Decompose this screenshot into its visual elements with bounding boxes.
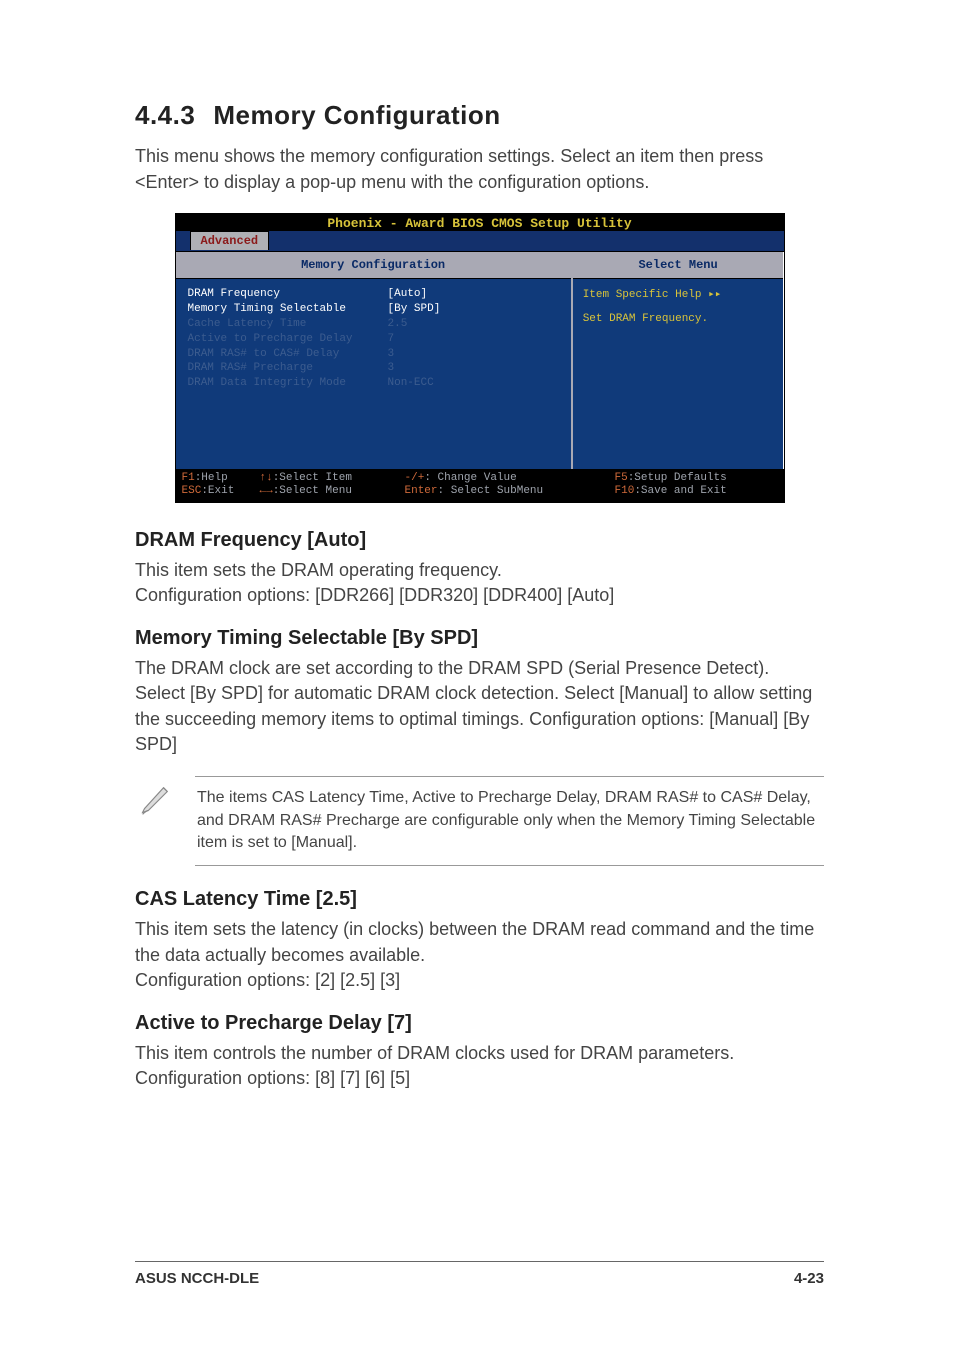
bios-footer-key: F5 <box>615 472 628 484</box>
footer-right: 4-23 <box>794 1270 824 1287</box>
bios-footer-label: : Select SubMenu <box>438 485 544 497</box>
active-precharge-heading: Active to Precharge Delay [7] <box>135 1012 824 1035</box>
bios-row-value: 3 <box>388 347 395 362</box>
bios-footer-key: ←→ <box>260 485 273 497</box>
bios-footer-key: Enter <box>405 485 438 497</box>
bios-body: Memory Configuration DRAM Frequency[Auto… <box>175 251 785 470</box>
bios-footer-label: : Change Value <box>424 472 516 484</box>
bios-row-value: 2.5 <box>388 317 408 332</box>
page-footer: ASUS NCCH-DLE 4-23 <box>135 1261 824 1287</box>
bios-row-label: Cache Latency Time <box>188 317 388 332</box>
bios-row: Memory Timing Selectable[By SPD] <box>188 302 561 317</box>
text-line: This item sets the latency (in clocks) b… <box>135 919 814 965</box>
body-text: This item sets the latency (in clocks) b… <box>135 917 824 994</box>
bios-row-value: 7 <box>388 332 395 347</box>
bios-row-value: [Auto] <box>388 287 428 302</box>
bios-footer-key: F10 <box>615 485 635 497</box>
bios-row: Active to Precharge Delay7 <box>188 332 561 347</box>
bios-left-header: Memory Configuration <box>176 252 571 279</box>
bios-row-value: [By SPD] <box>388 302 441 317</box>
bios-footer-row: ESC:Exit ←→:Select Menu Enter: Select Su… <box>182 485 778 498</box>
bios-row-label: DRAM Data Integrity Mode <box>188 376 388 391</box>
bios-row: DRAM RAS# Precharge3 <box>188 361 561 376</box>
bios-row: DRAM Data Integrity ModeNon-ECC <box>188 376 561 391</box>
cas-latency-heading: CAS Latency Time [2.5] <box>135 888 824 911</box>
bios-help-title: Item Specific Help ▸▸ <box>583 287 774 301</box>
bios-footer-key: ESC <box>182 485 202 497</box>
section-number: 4.4.3 <box>135 100 195 130</box>
bios-footer-label: :Select Item <box>273 472 352 484</box>
text-line: Configuration options: [DDR266] [DDR320]… <box>135 585 614 605</box>
body-text: This item sets the DRAM operating freque… <box>135 558 824 609</box>
body-text: This item controls the number of DRAM cl… <box>135 1041 824 1092</box>
bios-help-body: Set DRAM Frequency. <box>583 313 774 325</box>
bios-footer-label: :Exit <box>201 485 234 497</box>
intro-paragraph: This menu shows the memory configuration… <box>135 143 824 195</box>
bios-row-label: DRAM RAS# Precharge <box>188 361 388 376</box>
bios-footer-key: F1 <box>182 472 195 484</box>
bios-row: DRAM Frequency[Auto] <box>188 287 561 302</box>
bios-footer: F1:Help ↑↓:Select Item -/+: Change Value… <box>175 470 785 502</box>
text-line: This item sets the DRAM operating freque… <box>135 560 502 580</box>
bios-help-content: Item Specific Help ▸▸ Set DRAM Frequency… <box>573 279 784 469</box>
bios-row-label: Memory Timing Selectable <box>188 302 388 317</box>
bios-footer-label: :Save and Exit <box>634 485 726 497</box>
bios-screenshot: Phoenix - Award BIOS CMOS Setup Utility … <box>175 213 785 502</box>
pencil-note-icon <box>135 776 195 825</box>
text-line: Configuration options: [2] [2.5] [3] <box>135 970 400 990</box>
bios-footer-label: :Setup Defaults <box>628 472 727 484</box>
bios-row-value: Non-ECC <box>388 376 434 391</box>
note-text: The items CAS Latency Time, Active to Pr… <box>195 776 824 866</box>
section-title: Memory Configuration <box>213 100 500 130</box>
bios-right-pane: Select Menu Item Specific Help ▸▸ Set DR… <box>571 252 784 469</box>
footer-left: ASUS NCCH-DLE <box>135 1270 259 1287</box>
bios-footer-label: :Help <box>195 472 228 484</box>
section-heading: 4.4.3 Memory Configuration <box>135 100 824 131</box>
body-text: The DRAM clock are set according to the … <box>135 656 824 758</box>
bios-row-label: DRAM Frequency <box>188 287 388 302</box>
bios-footer-row: F1:Help ↑↓:Select Item -/+: Change Value… <box>182 472 778 485</box>
bios-footer-key: ↑↓ <box>260 472 273 484</box>
bios-active-tab: Advanced <box>190 231 270 250</box>
bios-left-content: DRAM Frequency[Auto] Memory Timing Selec… <box>176 279 571 469</box>
bios-row-label: DRAM RAS# to CAS# Delay <box>188 347 388 362</box>
bios-tab-row: Advanced <box>175 231 785 251</box>
bios-right-header: Select Menu <box>573 252 784 279</box>
bios-row: DRAM RAS# to CAS# Delay3 <box>188 347 561 362</box>
memory-timing-heading: Memory Timing Selectable [By SPD] <box>135 627 824 650</box>
bios-row: Cache Latency Time2.5 <box>188 317 561 332</box>
note-block: The items CAS Latency Time, Active to Pr… <box>135 776 824 866</box>
bios-footer-label: :Select Menu <box>273 485 352 497</box>
dram-frequency-heading: DRAM Frequency [Auto] <box>135 529 824 552</box>
bios-title-bar: Phoenix - Award BIOS CMOS Setup Utility <box>175 213 785 231</box>
bios-row-label: Active to Precharge Delay <box>188 332 388 347</box>
bios-footer-key: -/+ <box>405 472 425 484</box>
bios-row-value: 3 <box>388 361 395 376</box>
bios-left-pane: Memory Configuration DRAM Frequency[Auto… <box>176 252 571 469</box>
